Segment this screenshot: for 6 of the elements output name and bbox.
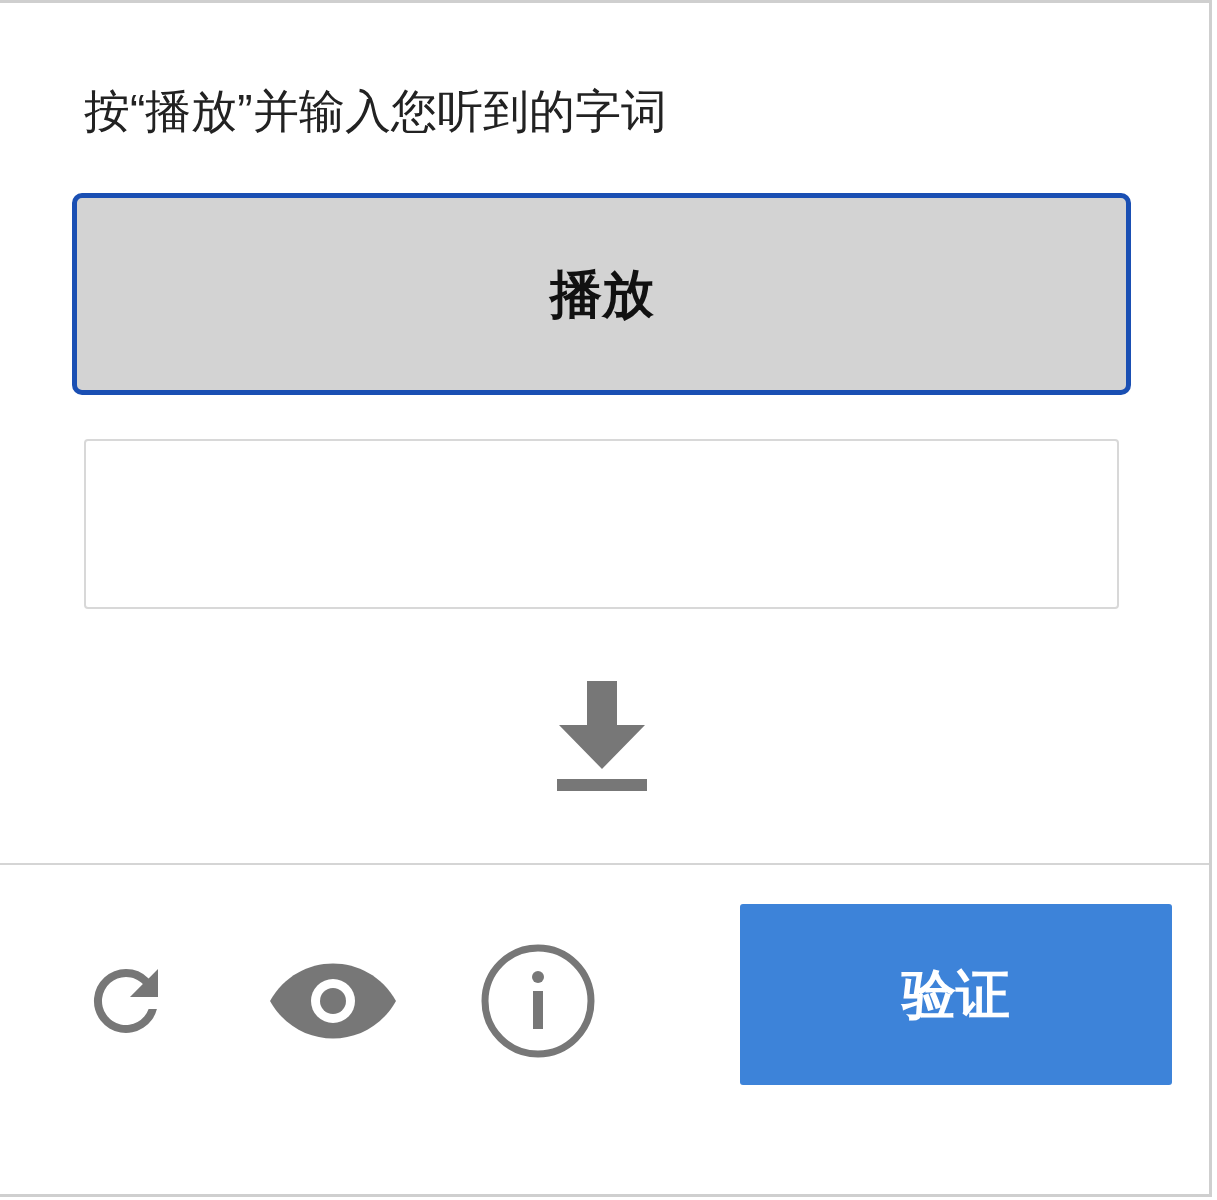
- download-icon[interactable]: [554, 681, 649, 793]
- info-icon[interactable]: [480, 942, 596, 1059]
- verify-button[interactable]: 验证: [740, 904, 1172, 1085]
- answer-field[interactable]: [84, 439, 1119, 609]
- instruction-text: 按“播放”并输入您听到的字词: [84, 84, 668, 139]
- play-button[interactable]: 播放: [72, 193, 1131, 395]
